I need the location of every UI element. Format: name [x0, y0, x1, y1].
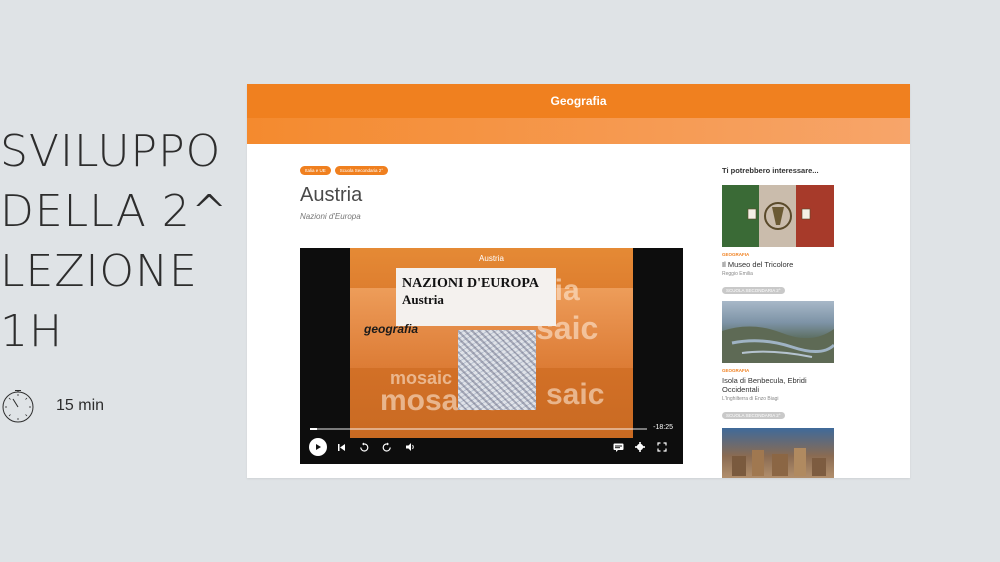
video-progress-bar[interactable]: [310, 428, 647, 430]
related-sidebar: Ti potrebbero interessare... GEOGRAFIA I…: [722, 166, 834, 478]
timer: 15 min: [0, 388, 104, 424]
video-frame-subheading: Austria: [402, 292, 444, 307]
settings-button[interactable]: [633, 440, 647, 454]
header-band: [247, 118, 910, 144]
card-thumbnail[interactable]: [722, 428, 834, 478]
card-title[interactable]: Isola di Benbecula, Ebridi Occidentali: [722, 376, 834, 394]
tag-list: Italia e UE Scuola Secondaria 2°: [300, 166, 684, 175]
card-meta: Reggio Emilia: [722, 271, 753, 277]
video-player[interactable]: grafia saic mosaic mosaico saic NAZIONI …: [300, 248, 683, 464]
article-subtitle: Nazioni d'Europa: [300, 212, 361, 221]
sidebar-heading: Ti potrebbero interessare...: [722, 166, 819, 175]
play-icon: [316, 444, 321, 450]
stopwatch-icon: [2, 390, 34, 423]
captions-button[interactable]: [611, 440, 625, 454]
skip-back-button[interactable]: [334, 440, 348, 454]
city-photo-icon: [732, 448, 826, 476]
video-progress-fill: [310, 428, 317, 430]
forward-icon: [382, 442, 391, 452]
card-title[interactable]: Il Museo del Tricolore: [722, 260, 834, 269]
related-card[interactable]: GEOGRAFIA Il Museo del Tricolore Reggio …: [722, 185, 834, 296]
forward-button[interactable]: [380, 440, 394, 454]
slide-title-line: 1H: [0, 306, 64, 357]
video-frame-heading: NAZIONI D'EUROPA: [402, 276, 540, 291]
card-thumbnail[interactable]: [722, 301, 834, 363]
video-title: Austria: [479, 254, 504, 263]
flag-emblem-icon: [722, 185, 834, 247]
card-category: GEOGRAFIA: [722, 252, 750, 257]
tag-chip[interactable]: Scuola Secondaria 2°: [334, 166, 389, 175]
aerial-photo-icon: [722, 326, 834, 363]
related-card[interactable]: GEOGRAFIA Isola di Benbecula, Ebridi Occ…: [722, 301, 834, 421]
video-frame-ghost-text: saic: [546, 378, 605, 411]
duration-label: 15 min: [56, 397, 105, 414]
slide-title-line: SVILUPPO: [0, 126, 222, 177]
rewind-button[interactable]: [357, 440, 371, 454]
card-badge: SCUOLA SECONDARIA 2°: [722, 412, 785, 419]
rewind-icon: [360, 442, 369, 452]
fullscreen-button[interactable]: [655, 440, 669, 454]
volume-icon: [405, 443, 414, 451]
skip-back-icon: [337, 443, 345, 451]
tag-chip[interactable]: Italia e UE: [300, 166, 331, 175]
embedded-screenshot: Geografia Italia e UE Scuola Secondaria …: [247, 84, 910, 478]
slide-title-line: DELLA 2^: [0, 186, 229, 237]
fullscreen-icon: [657, 442, 667, 452]
site-header-title[interactable]: Geografia: [550, 94, 606, 108]
related-card[interactable]: [722, 428, 834, 478]
captions-icon: [613, 443, 623, 452]
site-header: Geografia: [247, 84, 910, 118]
article-title: Austria: [300, 184, 363, 206]
article: Italia e UE Scuola Secondaria 2° Austria…: [300, 166, 684, 221]
card-thumbnail[interactable]: [722, 185, 834, 247]
video-time-remaining: -18:25: [653, 424, 673, 431]
video-frame-brand: geografia: [364, 322, 419, 336]
video-frame: grafia saic mosaic mosaico saic NAZIONI …: [350, 248, 633, 438]
play-button[interactable]: [309, 438, 327, 456]
card-meta: L'Inghilterra di Enzo Biagi: [722, 396, 779, 402]
card-badge: SCUOLA SECONDARIA 2°: [722, 287, 785, 294]
card-category: GEOGRAFIA: [722, 368, 750, 373]
settings-icon: [635, 442, 645, 452]
volume-button[interactable]: [403, 440, 417, 454]
video-controls: [300, 436, 683, 460]
slide-title: SVILUPPO DELLA 2^ LEZIONE 1H: [0, 122, 240, 362]
video-frame-map: [458, 330, 536, 410]
slide-title-line: LEZIONE: [0, 246, 198, 297]
